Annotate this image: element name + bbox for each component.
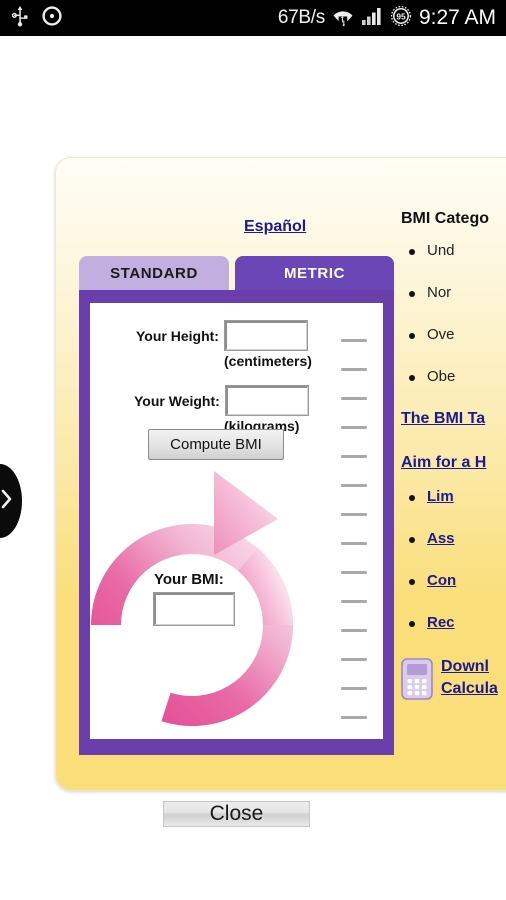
tab-standard[interactable]: STANDARD (79, 256, 229, 290)
list-item-link[interactable]: Ass (401, 530, 506, 547)
battery-icon: 95 (390, 5, 412, 32)
list-item: Ove (401, 326, 506, 343)
height-unit-label: (centimeters) (224, 353, 312, 369)
weight-input[interactable] (224, 385, 309, 416)
list-item-link[interactable]: Lim (401, 488, 506, 505)
usb-icon (11, 5, 28, 32)
signal-bars-icon (361, 6, 383, 31)
edge-pull-tab[interactable] (0, 464, 22, 538)
list-item: Nor (401, 284, 506, 301)
svg-text:95: 95 (396, 11, 406, 21)
status-bar-right-icons: 67B/s 95 9:27 AM (278, 5, 506, 32)
info-column: BMI Catego Und Nor Ove Obe The BMI Ta Ai… (401, 210, 506, 700)
circle-dot-icon (42, 5, 62, 31)
list-item-link[interactable]: Rec (401, 614, 506, 631)
compute-bmi-button[interactable]: Compute BMI (148, 429, 284, 460)
espanol-link[interactable]: Español (244, 218, 306, 236)
calculator-icon (401, 658, 433, 700)
clock-text: 9:27 AM (418, 6, 496, 29)
ruler-ticks (337, 339, 371, 739)
list-item: Obe (401, 368, 506, 385)
bmi-categories-heading: BMI Catego (401, 210, 489, 227)
network-speed-text: 67B/s (277, 7, 325, 28)
tab-metric[interactable]: METRIC (235, 256, 394, 290)
list-item: Und (401, 242, 506, 259)
wifi-icon (332, 5, 354, 32)
bmi-calculator-dialog: Español STANDARD METRIC Your Height: (ce… (55, 157, 506, 791)
height-row: Your Height: (136, 320, 308, 351)
download-link-line1[interactable]: Downl (441, 656, 506, 678)
status-bar-left-icons (0, 5, 62, 32)
height-input[interactable] (223, 320, 308, 351)
download-calculator-row[interactable]: Downl Calcula (401, 656, 506, 700)
weight-row: Your Weight: (134, 385, 309, 416)
calculator-panel: Your Height: (centimeters) Your Weight: … (90, 303, 383, 739)
close-button[interactable]: Close (163, 801, 310, 827)
height-label: Your Height: (136, 327, 219, 344)
screen: 67B/s 95 9:27 AM Español STANDARD METRIC… (0, 0, 506, 900)
bmi-categories-list: Und Nor Ove Obe (401, 242, 506, 385)
bmi-result-label: Your BMI: (154, 571, 224, 588)
status-bar: 67B/s 95 9:27 AM (0, 0, 506, 36)
calculator-column: STANDARD METRIC Your Height: (centimeter… (79, 256, 394, 755)
healthy-weight-link[interactable]: Aim for a H (401, 454, 506, 472)
weight-label: Your Weight: (134, 392, 220, 409)
healthy-weight-list: Lim Ass Con Rec (401, 488, 506, 631)
unit-tabs: STANDARD METRIC (79, 256, 394, 290)
bmi-result-input[interactable] (153, 592, 235, 626)
page-body: Español STANDARD METRIC Your Height: (ce… (0, 36, 506, 900)
calculator-frame: Your Height: (centimeters) Your Weight: … (79, 290, 394, 755)
bmi-table-link[interactable]: The BMI Ta (401, 410, 506, 428)
chevron-right-icon (0, 489, 13, 514)
list-item-link[interactable]: Con (401, 572, 506, 589)
download-link-line2[interactable]: Calcula (441, 678, 506, 700)
